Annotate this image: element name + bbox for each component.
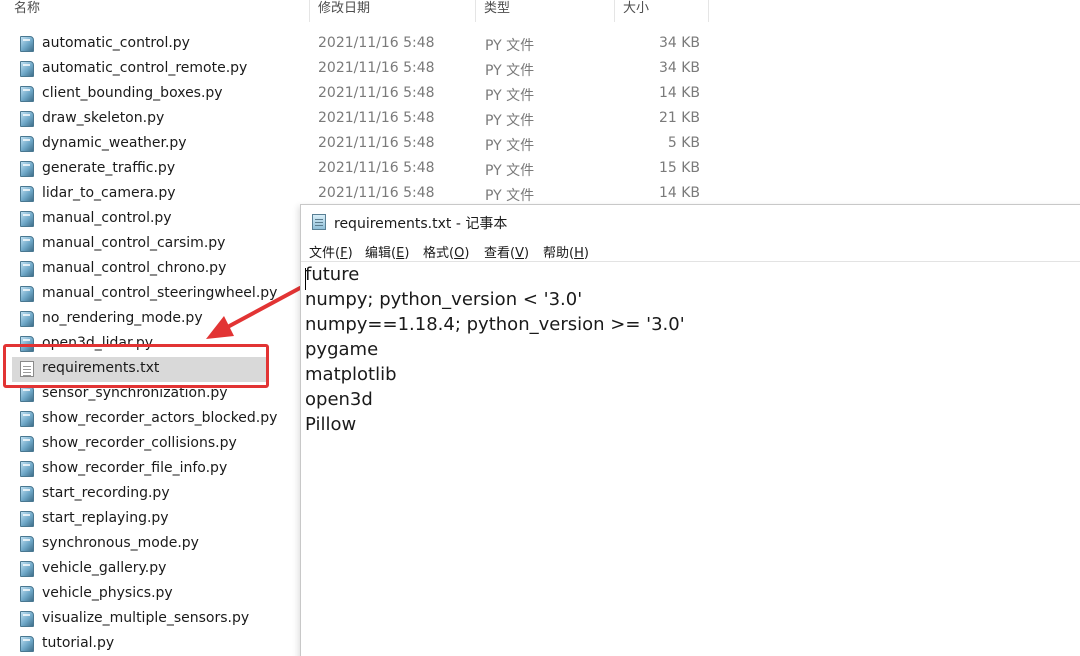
python-file-icon (20, 436, 34, 452)
python-file-icon (20, 186, 34, 202)
file-name: no_rendering_mode.py (42, 310, 203, 326)
python-file-icon (20, 311, 34, 327)
python-file-icon (20, 586, 34, 602)
python-file-icon (20, 411, 34, 427)
file-name: show_recorder_collisions.py (42, 435, 237, 451)
python-file-icon (20, 136, 34, 152)
file-name: vehicle_physics.py (42, 585, 173, 601)
notepad-titlebar[interactable]: requirements.txt - 记事本 (301, 205, 1080, 237)
file-name: client_bounding_boxes.py (42, 85, 223, 101)
menu-format[interactable]: 格式(O) (423, 242, 469, 261)
python-file-icon (20, 86, 34, 102)
file-name: lidar_to_camera.py (42, 185, 176, 201)
notepad-icon (312, 214, 326, 230)
python-file-icon (20, 536, 34, 552)
file-row[interactable]: automatic_control_remote.py 2021/11/16 5:… (12, 57, 712, 82)
file-name: manual_control_chrono.py (42, 260, 227, 276)
python-file-icon (20, 161, 34, 177)
file-type: PY 文件 (485, 163, 535, 179)
file-date: 2021/11/16 5:48 (318, 60, 435, 76)
file-name: automatic_control_remote.py (42, 60, 248, 76)
python-file-icon (20, 486, 34, 502)
file-size: 34 KB (658, 35, 700, 51)
file-size: 5 KB (667, 135, 700, 151)
file-name: show_recorder_actors_blocked.py (42, 410, 278, 426)
menu-view[interactable]: 查看(V) (484, 242, 529, 261)
file-name: show_recorder_file_info.py (42, 460, 228, 476)
file-type: PY 文件 (485, 38, 535, 54)
menu-file[interactable]: 文件(F) (309, 242, 353, 261)
column-header-date[interactable]: 修改日期 (314, 0, 476, 22)
python-file-icon (20, 611, 34, 627)
file-name: generate_traffic.py (42, 160, 176, 176)
python-file-icon (20, 36, 34, 52)
file-size: 21 KB (658, 110, 700, 126)
file-date: 2021/11/16 5:48 (318, 160, 435, 176)
file-date: 2021/11/16 5:48 (318, 35, 435, 51)
notepad-window[interactable]: requirements.txt - 记事本 文件(F) 编辑(E) 格式(O)… (300, 204, 1080, 656)
file-name: tutorial.py (42, 635, 115, 651)
column-header-name[interactable]: 名称 (10, 0, 310, 22)
file-date: 2021/11/16 5:48 (318, 185, 435, 201)
file-row[interactable]: generate_traffic.py 2021/11/16 5:48 PY 文件 1… (12, 157, 712, 182)
menu-help[interactable]: 帮助(H) (543, 242, 589, 261)
red-highlight-box (3, 344, 269, 388)
file-type: PY 文件 (485, 113, 535, 129)
python-file-icon (20, 386, 34, 402)
python-file-icon (20, 561, 34, 577)
python-file-icon (20, 511, 34, 527)
python-file-icon (20, 261, 34, 277)
python-file-icon (20, 211, 34, 227)
file-name: manual_control_steeringwheel.py (42, 285, 278, 301)
file-size: 34 KB (658, 60, 700, 76)
file-row[interactable]: draw_skeleton.py 2021/11/16 5:48 PY 文件 21 K… (12, 107, 712, 132)
file-date: 2021/11/16 5:48 (318, 110, 435, 126)
column-header-type[interactable]: 类型 (480, 0, 615, 22)
file-name: start_recording.py (42, 485, 170, 501)
file-row[interactable]: automatic_control.py 2021/11/16 5:48 PY 文件… (12, 32, 712, 57)
file-type: PY 文件 (485, 188, 535, 204)
text-line: pygame (305, 339, 379, 360)
file-date: 2021/11/16 5:48 (318, 135, 435, 151)
column-header-size[interactable]: 大小 (619, 0, 709, 22)
python-file-icon (20, 636, 34, 652)
python-file-icon (20, 286, 34, 302)
file-type: PY 文件 (485, 138, 535, 154)
column-header-row: 名称 修改日期 类型 大小 (0, 0, 710, 22)
file-size: 14 KB (658, 185, 700, 201)
text-line: future (305, 264, 360, 285)
text-line: Pillow (305, 414, 357, 435)
file-name: manual_control.py (42, 210, 172, 226)
text-line: numpy; python_version < '3.0' (305, 289, 583, 310)
text-line: matplotlib (305, 364, 397, 385)
file-row[interactable]: dynamic_weather.py 2021/11/16 5:48 PY 文件 5 … (12, 132, 712, 157)
menu-edit[interactable]: 编辑(E) (365, 242, 409, 261)
file-name: dynamic_weather.py (42, 135, 187, 151)
menu-bar: 文件(F) 编辑(E) 格式(O) 查看(V) 帮助(H) (301, 239, 1080, 261)
file-name: vehicle_gallery.py (42, 560, 167, 576)
python-file-icon (20, 461, 34, 477)
python-file-icon (20, 61, 34, 77)
file-name: start_replaying.py (42, 510, 169, 526)
text-line: open3d (305, 389, 373, 410)
file-name: visualize_multiple_sensors.py (42, 610, 250, 626)
file-name: manual_control_carsim.py (42, 235, 226, 251)
file-name: synchronous_mode.py (42, 535, 199, 551)
python-file-icon (20, 236, 34, 252)
text-editor-area[interactable]: future numpy; python_version < '3.0' num… (301, 261, 1080, 656)
python-file-icon (20, 111, 34, 127)
file-name: automatic_control.py (42, 35, 190, 51)
file-type: PY 文件 (485, 63, 535, 79)
window-title: requirements.txt - 记事本 (334, 216, 508, 232)
file-size: 14 KB (658, 85, 700, 101)
file-size: 15 KB (658, 160, 700, 176)
file-row[interactable]: client_bounding_boxes.py 2021/11/16 5:48 P… (12, 82, 712, 107)
file-date: 2021/11/16 5:48 (318, 85, 435, 101)
text-line: numpy==1.18.4; python_version >= '3.0' (305, 314, 685, 335)
file-name: draw_skeleton.py (42, 110, 165, 126)
file-type: PY 文件 (485, 88, 535, 104)
